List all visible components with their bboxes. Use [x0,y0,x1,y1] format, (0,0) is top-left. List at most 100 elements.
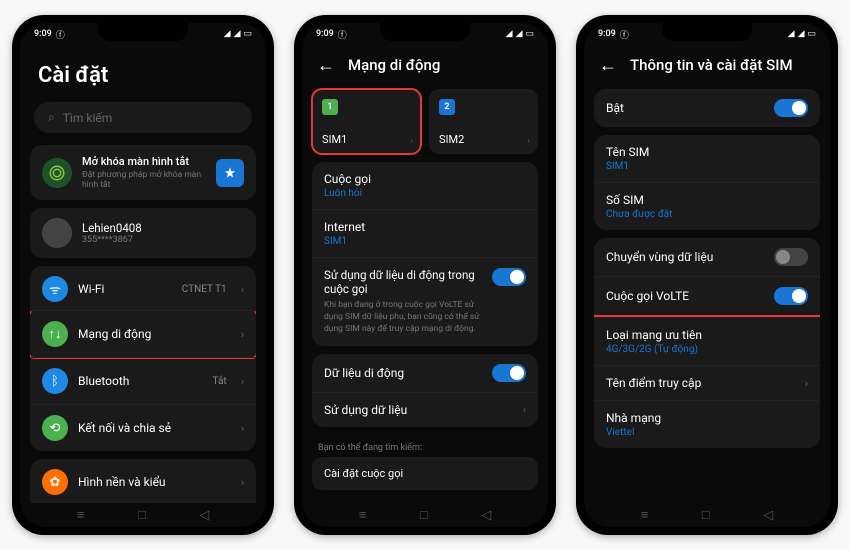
chevron-right-icon: › [241,328,244,341]
status-app-icon: ⓕ [56,28,65,41]
fingerprint-icon [42,158,72,188]
mobile-data-icon: ↑↓ [42,321,68,347]
page-title: Cài đặt [30,45,256,102]
user-account-row[interactable]: Lehien0408355****3867 [30,208,256,258]
back-button[interactable]: ← [316,55,336,75]
chevron-right-icon: › [241,422,244,435]
notch [98,23,188,41]
call-sim-row[interactable]: Cuộc gọi Luôn hỏi [312,162,538,209]
phone-1: 9:09ⓕ ◢◢▭ Cài đặt ⌕Tìm kiếm Mở khóa màn … [12,15,274,535]
battery-icon: ▭ [243,29,252,39]
sim2-card[interactable]: 2 SIM2› [429,89,538,154]
mobile-network-row[interactable]: ↑↓ Mạng di động › [30,310,256,359]
status-time: 9:09 [316,29,334,39]
wifi-icon: ◢ [516,29,523,39]
nav-home-icon[interactable]: □ [702,507,710,523]
wallpaper-row[interactable]: ✿ Hình nền và kiểu › [30,459,256,503]
sim1-badge: 1 [322,99,338,115]
sim-enable-toggle[interactable] [774,99,808,117]
search-input[interactable]: ⌕ Tìm kiếm [34,102,252,133]
dual-data-label: Sử dụng dữ liệu di động trong cuộc gọi [324,268,484,296]
chevron-right-icon: › [241,375,244,388]
call-label: Cuộc gọi [324,172,371,186]
wifi-icon: ᯤ [42,276,68,302]
nav-menu-icon[interactable]: ≡ [77,507,85,523]
mobile-data-row[interactable]: Dữ liệu di động [312,354,538,392]
sim-name-value: SIM1 [606,161,629,172]
signal-icon: ◢ [224,29,231,39]
back-button[interactable]: ← [598,55,618,75]
nav-menu-icon[interactable]: ≡ [641,507,649,523]
bluetooth-row[interactable]: ᛒBluetoothTắt› [30,357,256,404]
bluetooth-icon: ᛒ [42,368,68,394]
status-app-icon: ⓕ [620,28,629,41]
internet-sim-row[interactable]: InternetSIM1 [312,209,538,257]
wifi-icon: ◢ [798,29,805,39]
sim-enable-label: Bật [606,101,624,115]
sim-number-label: Số SIM [606,193,644,207]
phone-2: 9:09ⓕ ◢◢▭ ←Mạng di động 1SIM1› 2SIM2› Cu… [294,15,556,535]
promo-subtitle: Đặt phương pháp mở khóa màn hình tắt [82,170,206,190]
sim-number-row[interactable]: Số SIM Chưa được đặt [594,182,820,230]
connection-share-row[interactable]: ⟲Kết nối và chia sẻ› [30,404,256,451]
volte-toggle[interactable] [774,287,808,305]
phone-3: 9:09ⓕ ◢◢▭ ←Thông tin và cài đặt SIM Bật … [576,15,838,535]
wifi-label: Wi-Fi [78,282,172,296]
nav-home-icon[interactable]: □ [420,507,428,523]
wallpaper-label: Hình nền và kiểu [78,475,231,489]
nav-menu-icon[interactable]: ≡ [359,507,367,523]
sim2-name: SIM2 [439,133,528,146]
chevron-right-icon: › [241,476,244,489]
signal-icon: ◢ [788,29,795,39]
chevron-right-icon: › [523,403,526,416]
sim-name-row[interactable]: Tên SIM SIM1 [594,135,820,182]
network-type-row[interactable]: Loại mạng ưu tiên4G/3G/2G (Tự động) [594,317,820,365]
nav-home-icon[interactable]: □ [138,507,146,523]
dual-data-toggle[interactable] [492,268,526,286]
nav-back-icon[interactable]: ◁ [199,508,209,523]
nav-back-icon[interactable]: ◁ [481,508,491,523]
data-usage-row[interactable]: Sử dụng dữ liệu› [312,392,538,427]
internet-label: Internet [324,220,365,234]
apn-row[interactable]: Tên điểm truy cập› [594,365,820,400]
data-roaming-label: Chuyển vùng dữ liệu [606,250,713,264]
carrier-label: Nhà mạng [606,411,661,425]
status-time: 9:09 [598,29,616,39]
status-app-icon: ⓕ [338,28,347,41]
mobile-data-toggle[interactable] [492,364,526,382]
sim2-badge: 2 [439,99,455,115]
wifi-row[interactable]: ᯤWi-FiCTNET T1› [30,266,256,312]
carrier-row[interactable]: Nhà mạngViettel [594,400,820,448]
search-icon: ⌕ [48,110,55,125]
chevron-right-icon: › [241,283,244,296]
sim-name-label: Tên SIM [606,145,649,159]
mobile-network-label: Mạng di động [78,327,231,341]
data-roaming-row[interactable]: Chuyển vùng dữ liệu [594,238,820,276]
suggestion-label: Cài đặt cuộc gọi [324,467,403,480]
notch [380,23,470,41]
connection-share-label: Kết nối và chia sẻ [78,421,231,435]
dual-data-row: Sử dụng dữ liệu di động trong cuộc gọiKh… [312,257,538,346]
search-placeholder: Tìm kiếm [63,111,113,125]
sim1-card[interactable]: 1SIM1› [312,89,421,154]
data-roaming-toggle[interactable] [774,248,808,266]
network-type-value: 4G/3G/2G (Tự động) [606,344,698,355]
mobile-data-label: Dữ liệu di động [324,366,404,380]
sim1-name: SIM1 [322,133,411,146]
suggestion-header: Bạn có thể đang tìm kiếm: [312,435,538,457]
user-phone: 355****3867 [82,235,142,245]
wallpaper-icon: ✿ [42,469,68,495]
volte-row[interactable]: Cuộc gọi VoLTE [594,276,820,317]
sim-number-value: Chưa được đặt [606,209,672,220]
avatar [42,218,72,248]
volte-label: Cuộc gọi VoLTE [606,289,689,303]
chevron-right-icon: › [527,136,530,146]
nav-bar: ≡ □ ◁ [584,503,830,527]
suggestion-item[interactable]: Cài đặt cuộc gọi [312,457,538,490]
call-value: Luôn hỏi [324,188,362,199]
chevron-right-icon: › [805,377,808,390]
nav-back-icon[interactable]: ◁ [763,508,773,523]
sim-enable-row[interactable]: Bật [594,89,820,127]
notch [662,23,752,41]
promo-card[interactable]: Mở khóa màn hình tắtĐặt phương pháp mở k… [30,145,256,200]
